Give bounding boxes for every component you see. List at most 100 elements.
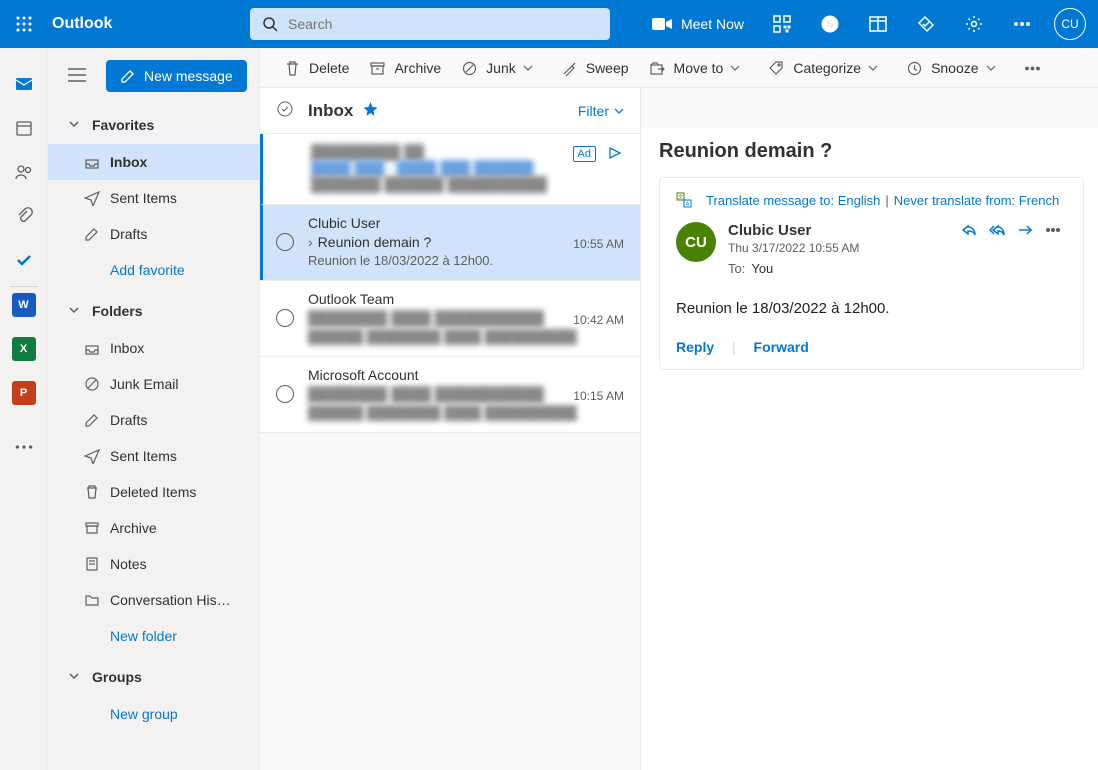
- ad-item[interactable]: █████████ ██ ████ ███ - ████ ███ ██████ …: [260, 134, 640, 205]
- meet-now-label: Meet Now: [681, 16, 744, 32]
- nav-item-label: Inbox: [110, 154, 147, 170]
- nav-item-fav-2[interactable]: Drafts: [48, 216, 259, 252]
- translate-to-link[interactable]: Translate message to: English: [706, 193, 880, 208]
- select-all-checkbox[interactable]: [276, 100, 294, 121]
- filter-button[interactable]: Filter: [578, 103, 624, 119]
- more-header-button[interactable]: [998, 0, 1046, 48]
- reading-subject: Reunion demain ?: [659, 140, 1084, 163]
- rail-calendar[interactable]: [0, 106, 48, 150]
- categorize-button[interactable]: Categorize: [758, 48, 896, 88]
- new-group-link[interactable]: New group: [48, 696, 259, 732]
- search-input[interactable]: [288, 16, 598, 32]
- message-date: Thu 3/17/2022 10:55 AM: [728, 241, 955, 255]
- sender-avatar[interactable]: CU: [676, 222, 716, 262]
- nav-item-label: Drafts: [110, 412, 147, 428]
- hamburger-icon: [68, 68, 86, 82]
- select-radio[interactable]: [276, 309, 294, 327]
- drafts-icon: [84, 226, 110, 242]
- message-card: 文A Translate message to: English | Never…: [659, 177, 1084, 370]
- sweep-button[interactable]: Sweep: [551, 48, 639, 88]
- rail-more[interactable]: [0, 425, 48, 469]
- favorite-star-icon[interactable]: [363, 102, 378, 120]
- rail-mail[interactable]: [0, 62, 48, 106]
- inbox-icon: [84, 340, 110, 356]
- chevron-down-icon: [730, 63, 740, 73]
- drafts-icon: [84, 412, 110, 428]
- ad-line-3: ███████ ██████ ██████████: [311, 176, 624, 192]
- archive-button[interactable]: Archive: [359, 48, 451, 88]
- rail-people[interactable]: [0, 150, 48, 194]
- nav-item-folder-2[interactable]: Drafts: [48, 402, 259, 438]
- new-folder-link[interactable]: New folder: [48, 618, 259, 654]
- folders-header[interactable]: Folders: [48, 292, 259, 330]
- reply-link[interactable]: Reply: [676, 339, 714, 355]
- groups-header[interactable]: Groups: [48, 658, 259, 696]
- nav-item-fav-0[interactable]: Inbox: [48, 144, 259, 180]
- message-item-1[interactable]: Outlook Team ████████ ████ ███████████ █…: [260, 281, 640, 357]
- nav-item-folder-5[interactable]: Archive: [48, 510, 259, 546]
- app-tile-excel[interactable]: X: [12, 337, 36, 361]
- reply-all-icon-button[interactable]: [983, 222, 1011, 276]
- nav-item-folder-4[interactable]: Deleted Items: [48, 474, 259, 510]
- archive-icon: [369, 60, 386, 77]
- snooze-button[interactable]: Snooze: [896, 48, 1013, 88]
- nav-item-folder-1[interactable]: Junk Email: [48, 366, 259, 402]
- select-radio[interactable]: [276, 233, 294, 251]
- search-box[interactable]: [250, 8, 610, 40]
- teams-button[interactable]: [758, 0, 806, 48]
- nav-item-folder-7[interactable]: Conversation His…: [48, 582, 259, 618]
- sweep-icon: [561, 60, 578, 77]
- chevron-down-icon: [68, 669, 80, 685]
- nav-item-label: Sent Items: [110, 448, 177, 464]
- app-tile-powerpoint[interactable]: P: [12, 381, 36, 405]
- new-message-button[interactable]: New message: [106, 60, 247, 92]
- message-time: 10:42 AM: [573, 313, 624, 327]
- meet-now-button[interactable]: Meet Now: [644, 0, 758, 48]
- nav-item-fav-1[interactable]: Sent Items: [48, 180, 259, 216]
- reply-icon-button[interactable]: [955, 222, 983, 276]
- app-tile-word[interactable]: W: [12, 293, 36, 317]
- nav-collapse-button[interactable]: [68, 68, 86, 85]
- chevron-down-icon: [523, 63, 533, 73]
- message-list-pane: Inbox Filter █████████ ██ ████ ███ - ███…: [260, 88, 641, 770]
- nav-item-folder-6[interactable]: Notes: [48, 546, 259, 582]
- forward-icon-button[interactable]: [1011, 222, 1039, 276]
- message-item-0[interactable]: Clubic User ›Reunion demain ? Reunion le…: [260, 205, 640, 281]
- message-sender: Clubic User: [308, 215, 624, 231]
- rail-files[interactable]: [0, 194, 48, 238]
- calendar-grid-icon: [869, 15, 887, 33]
- settings-button[interactable]: [950, 0, 998, 48]
- rail-todo[interactable]: [0, 238, 48, 282]
- junk-button[interactable]: Junk: [451, 48, 551, 88]
- main-layout: WXP New message Favorites Inbox Sent Item…: [0, 48, 1098, 770]
- delete-button[interactable]: Delete: [274, 48, 359, 88]
- mail-icon: [14, 74, 34, 94]
- attach-icon: [14, 206, 34, 226]
- recipients: To:You: [728, 261, 955, 276]
- nav-item-label: Archive: [110, 520, 157, 536]
- nav-item-folder-3[interactable]: Sent Items: [48, 438, 259, 474]
- skype-button[interactable]: S: [806, 0, 854, 48]
- select-radio[interactable]: [276, 385, 294, 403]
- header-right: Meet Now S CU: [644, 0, 1098, 48]
- outlook-addon-button[interactable]: [854, 0, 902, 48]
- message-item-2[interactable]: Microsoft Account ████████ ████ ████████…: [260, 357, 640, 433]
- add-favorite-link[interactable]: Add favorite: [48, 252, 259, 288]
- account-avatar[interactable]: CU: [1054, 8, 1086, 40]
- nav-item-label: Sent Items: [110, 190, 177, 206]
- move-icon: [649, 60, 666, 77]
- never-translate-link[interactable]: Never translate from: French: [894, 193, 1059, 208]
- forward-link[interactable]: Forward: [754, 339, 809, 355]
- message-more-button[interactable]: [1039, 222, 1067, 276]
- app-launcher-button[interactable]: [0, 16, 48, 32]
- favorites-header[interactable]: Favorites: [48, 106, 259, 144]
- message-actions: [955, 222, 1067, 276]
- chevron-down-icon: [68, 303, 80, 319]
- more-commands-button[interactable]: [1014, 48, 1051, 88]
- notifications-button[interactable]: [902, 0, 950, 48]
- nav-item-folder-0[interactable]: Inbox: [48, 330, 259, 366]
- new-message-label: New message: [144, 68, 233, 84]
- move-to-button[interactable]: Move to: [639, 48, 759, 88]
- ad-choices-icon[interactable]: [608, 146, 622, 163]
- notes-icon: [84, 556, 110, 572]
